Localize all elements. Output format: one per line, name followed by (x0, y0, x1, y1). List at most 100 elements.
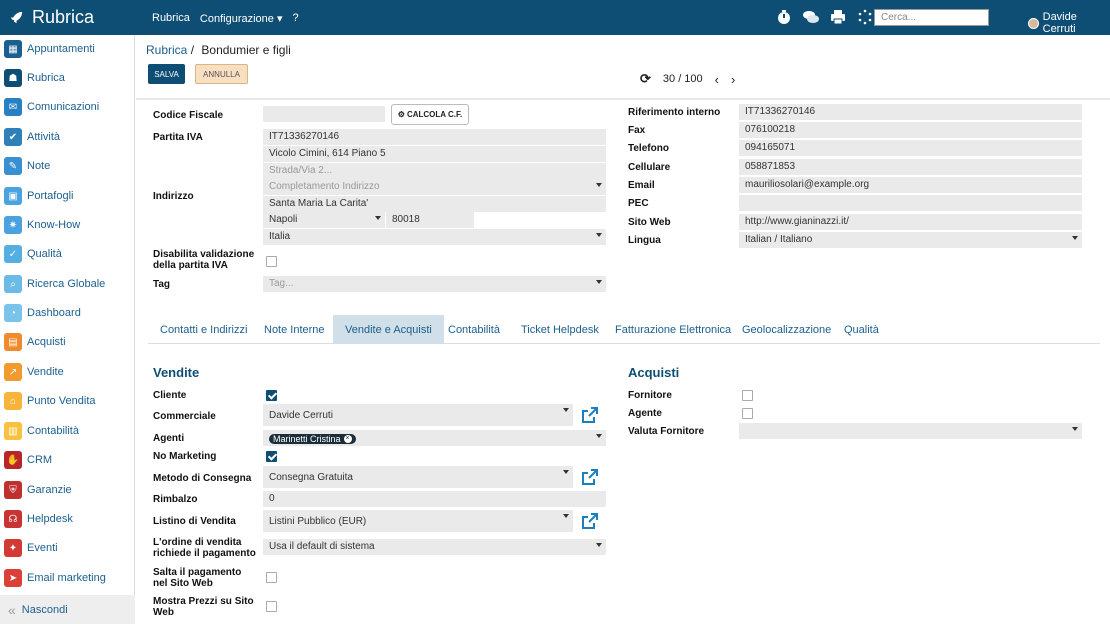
sidebar-item-comunicazioni[interactable]: ✉ Comunicazioni (4, 96, 99, 118)
tab-qualita[interactable]: Qualità (832, 315, 891, 344)
street2-field[interactable]: Strada/Via 2... (263, 163, 606, 179)
purchase-icon: ▤ (4, 333, 22, 351)
tag-remove-icon[interactable]: × (343, 435, 352, 443)
pec-field[interactable] (739, 195, 1082, 211)
codice-fiscale-label: Codice Fiscale (153, 110, 224, 121)
external-link-icon[interactable] (582, 407, 598, 423)
valuta-select[interactable] (739, 423, 1082, 439)
sidebar-hide-button[interactable]: « Nascondi (0, 595, 135, 624)
sidebar-item-crm[interactable]: ✋ CRM (4, 449, 52, 471)
zip-field[interactable]: 80018 (386, 212, 474, 228)
main-content: Rubrica / Bondumier e figli SALVA ANNULL… (136, 35, 1110, 624)
tab-contatti[interactable]: Contatti e Indirizzi (148, 315, 259, 344)
sidebar-item-dashboard[interactable]: ◔ Dashboard (4, 302, 81, 324)
tab-ticket-helpdesk[interactable]: Ticket Helpdesk (509, 315, 611, 344)
user-menu[interactable]: Davide Cerruti (1028, 11, 1110, 35)
rif-field[interactable]: IT71336270146 (739, 104, 1082, 120)
timer-icon[interactable] (776, 9, 792, 25)
agent-tag[interactable]: Marinetti Cristina × (269, 434, 356, 444)
print-icon[interactable] (830, 9, 846, 25)
lang-select[interactable]: Italian / Italiano (739, 232, 1082, 248)
sidebar-item-label: Know-How (27, 219, 81, 231)
cliente-label: Cliente (153, 390, 187, 401)
sidebar-item-ricerca-globale[interactable]: ⌕ Ricerca Globale (4, 273, 105, 295)
tab-geolocalizzazione[interactable]: Geolocalizzazione (730, 315, 843, 344)
chevron-down-icon (1072, 427, 1078, 431)
rimbalzo-field[interactable]: 0 (263, 491, 606, 507)
country-select[interactable]: Italia (263, 229, 606, 245)
breadcrumb-parent[interactable]: Rubrica (146, 43, 187, 57)
ordine-select[interactable]: Usa il default di sistema (263, 539, 606, 555)
menu-configurazione[interactable]: Configurazione ▾ (200, 12, 283, 25)
chart-line-icon: ↗ (4, 363, 22, 381)
no-marketing-checkbox[interactable] (266, 451, 277, 462)
external-link-icon[interactable] (582, 469, 598, 485)
disable-validation-checkbox[interactable] (266, 256, 277, 267)
cancel-button[interactable]: ANNULLA (195, 64, 248, 84)
sidebar-item-eventi[interactable]: ✦ Eventi (4, 537, 58, 559)
sidebar-item-attivita[interactable]: ✔ Attività (4, 126, 60, 148)
listino-select[interactable]: Listini Pubblico (EUR) (263, 510, 573, 532)
sidebar-item-know-how[interactable]: ✷ Know-How (4, 214, 80, 236)
pager-value: 30 / 100 (662, 73, 703, 85)
refresh-icon[interactable]: ⟳ (640, 71, 651, 87)
chat-icon[interactable] (803, 9, 819, 25)
sidebar-item-appuntamenti[interactable]: ▦ Appuntamenti (4, 38, 95, 60)
fornitore-label: Fornitore (628, 390, 672, 401)
commerciale-select[interactable]: Davide Cerruti (263, 404, 573, 426)
fax-field[interactable]: 076100218 (739, 122, 1082, 138)
email-field[interactable]: mauriliosolari@example.org (739, 177, 1082, 193)
tab-contabilita[interactable]: Contabilità (436, 315, 512, 344)
external-link-icon[interactable] (582, 513, 598, 529)
calendar-icon: ▦ (4, 40, 22, 58)
metodo-label: Metodo di Consegna (153, 473, 252, 484)
search-input[interactable]: Cerca... (874, 9, 989, 26)
app-brand[interactable]: Rubrica (10, 7, 94, 28)
email-label: Email (628, 180, 655, 191)
sidebar-item-portafogli[interactable]: ▣ Portafogli (4, 185, 73, 207)
paper-plane-icon: ➤ (4, 569, 22, 587)
piva-field[interactable]: IT71336270146 (263, 129, 606, 145)
double-chevron-left-icon: « (8, 601, 16, 618)
tab-vendite-acquisti[interactable]: Vendite e Acquisti (333, 315, 444, 344)
piva-label: Partita IVA (153, 132, 203, 143)
codice-fiscale-field[interactable] (263, 106, 385, 122)
sidebar-item-garanzie[interactable]: ⛨ Garanzie (4, 479, 72, 501)
save-button[interactable]: SALVA (148, 64, 185, 84)
sidebar-item-acquisti[interactable]: ▤ Acquisti (4, 331, 66, 353)
menu-help[interactable]: ? (292, 12, 298, 25)
prezzi-checkbox[interactable] (266, 601, 277, 612)
calc-cf-button[interactable]: ⚙ CALCOLA C.F. (391, 104, 469, 125)
pec-label: PEC (628, 198, 649, 209)
sidebar-item-label: Rubrica (27, 72, 65, 84)
sidebar-item-qualita[interactable]: ✓ Qualità (4, 243, 62, 265)
salta-checkbox[interactable] (266, 572, 277, 583)
sidebar-item-email-marketing[interactable]: ➤ Email marketing (4, 567, 106, 589)
street-field[interactable]: Vicolo Cimini, 614 Piano 5 (263, 146, 606, 162)
cell-field[interactable]: 058871853 (739, 159, 1082, 175)
locality-field[interactable]: Santa Maria La Carita' (263, 196, 606, 212)
menu-rubrica[interactable]: Rubrica (152, 12, 190, 25)
fornitore-checkbox[interactable] (742, 390, 753, 401)
sidebar-item-helpdesk[interactable]: ☊ Helpdesk (4, 508, 73, 530)
city-select[interactable]: Napoli (263, 212, 385, 228)
sidebar-item-label: Contabilità (27, 425, 79, 437)
gear-icon: ⚙ (397, 110, 405, 119)
agente-checkbox[interactable] (742, 408, 753, 419)
sidebar-item-punto-vendita[interactable]: ⌂ Punto Vendita (4, 390, 96, 412)
tab-fatturazione[interactable]: Fatturazione Elettronica (603, 315, 743, 344)
metodo-select[interactable]: Consegna Gratuita (263, 466, 573, 488)
tag-select[interactable]: Tag... (263, 276, 606, 292)
chevron-left-icon[interactable]: ‹ (715, 72, 719, 87)
tel-field[interactable]: 094165071 (739, 140, 1082, 156)
handshake-icon: ✋ (4, 451, 22, 469)
chevron-right-icon[interactable]: › (731, 72, 735, 87)
cliente-checkbox[interactable] (266, 390, 277, 401)
sidebar-item-contabilita[interactable]: ▥ Contabilità (4, 420, 79, 442)
tab-note-interne[interactable]: Note Interne (252, 315, 337, 344)
sidebar-item-note[interactable]: ✎ Note (4, 155, 50, 177)
completamento-select[interactable]: Completamento Indirizzo (263, 179, 606, 195)
sidebar-item-rubrica[interactable]: ☗ Rubrica (4, 67, 65, 89)
sidebar-item-vendite[interactable]: ↗ Vendite (4, 361, 64, 383)
web-field[interactable]: http://www.gianinazzi.it/ (739, 214, 1082, 230)
